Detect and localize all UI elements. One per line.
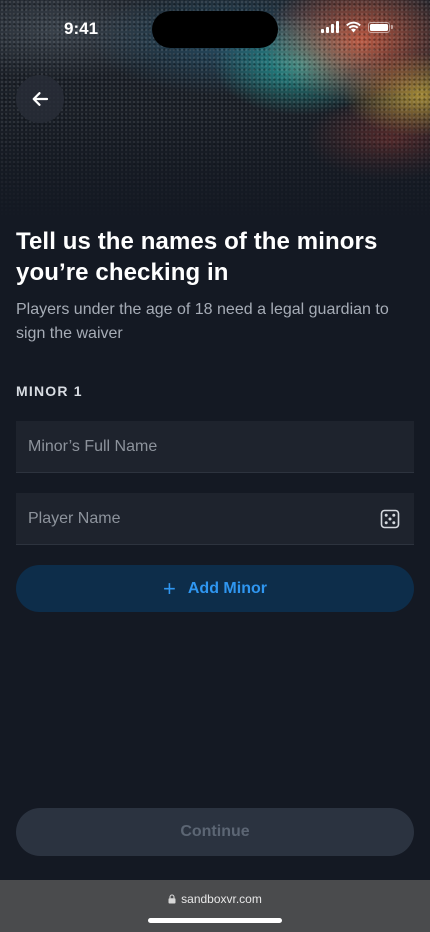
home-indicator (148, 918, 282, 923)
dynamic-island (152, 11, 278, 48)
page-subtitle: Players under the age of 18 need a legal… (16, 301, 389, 342)
plus-icon: + (163, 575, 176, 601)
browser-address-bar: sandboxvr.com (0, 880, 430, 932)
minor-name-field (16, 421, 414, 473)
minor-name-input[interactable] (16, 421, 414, 472)
minor-section-label: MINOR 1 (16, 383, 83, 399)
add-minor-label: Add Minor (187, 579, 267, 597)
intro: Tell us the names of the minors you’re c… (16, 226, 414, 346)
back-button[interactable] (16, 75, 64, 123)
header-artwork-fade (0, 110, 430, 220)
lock-icon (168, 894, 176, 904)
dice-icon (380, 509, 400, 528)
page-title: Tell us the names of the minors you’re c… (16, 228, 378, 286)
status-bar: 9:41 (0, 0, 430, 58)
add-minor-button[interactable]: + Add Minor (16, 565, 414, 612)
player-name-field (16, 493, 414, 545)
arrow-left-icon (32, 92, 49, 106)
battery-icon (368, 21, 393, 33)
wifi-icon (346, 21, 361, 33)
status-time: 9:41 (64, 19, 99, 38)
player-name-input[interactable] (16, 493, 370, 544)
status-icons (321, 21, 393, 33)
browser-url-text: sandboxvr.com (181, 892, 262, 906)
screen: 9:41 Tell us the names of the minors you… (0, 0, 430, 932)
browser-url[interactable]: sandboxvr.com (0, 892, 430, 906)
cellular-signal-icon (321, 21, 339, 33)
continue-button[interactable]: Continue (16, 808, 414, 856)
randomize-player-name-button[interactable] (370, 499, 410, 539)
